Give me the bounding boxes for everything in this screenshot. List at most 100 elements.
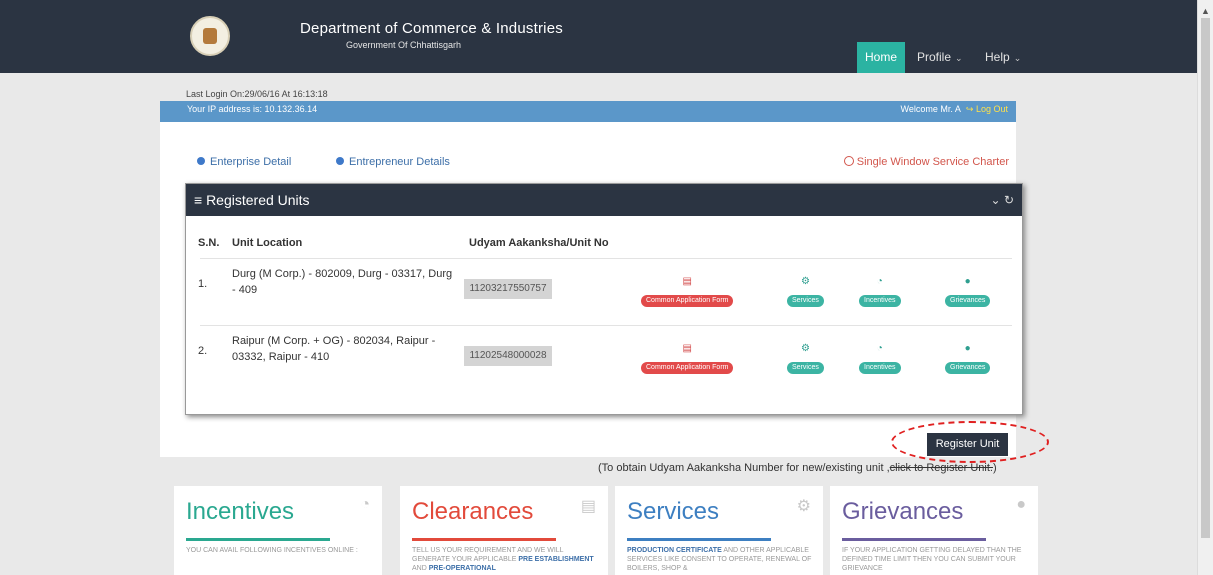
grievances-label: Grievances (945, 295, 991, 307)
form-icon: ▤ (682, 343, 692, 354)
column-header-udyam: Udyam Aakanksha/Unit No (469, 237, 609, 249)
last-login-info: Last Login On:29/06/16 At 16:13:18 (186, 89, 328, 99)
card-accent-bar (627, 538, 771, 541)
caf-label: Common Application Form (641, 295, 734, 307)
row-2-services-button[interactable]: ⚙ Services (787, 343, 824, 374)
incentives-label: Incentives (859, 362, 901, 374)
clearances-card[interactable]: Clearances ▤ TELL US YOUR REQUIREMENT AN… (400, 486, 608, 575)
incentives-card[interactable]: Incentives ◔ YOU CAN AVAIL FOLLOWING INC… (174, 486, 382, 575)
row-1-udyam-number: 11203217550757 (464, 279, 552, 299)
user-icon: ● (964, 343, 971, 354)
logout-icon: ↪ (965, 104, 974, 114)
panel-controls: ⌄ ↻ (991, 184, 1014, 216)
row-1-grievances-button[interactable]: ● Grievances (945, 276, 991, 307)
entrepreneur-details-label: Entrepreneur Details (349, 156, 450, 168)
bullet-icon (336, 157, 344, 165)
card-accent-bar (842, 538, 986, 541)
gears-icon: ⚙ (800, 276, 810, 287)
bullet-icon (197, 157, 205, 165)
ip-address-info: Your IP address is: 10.132.36.14 (187, 104, 318, 114)
register-note-end: ) (992, 462, 997, 474)
department-subtitle: Government Of Chhattisgarh (346, 40, 462, 50)
nav-help[interactable]: Help ⌄ (985, 42, 1021, 73)
nav-profile-label: Profile (917, 50, 952, 64)
clearances-card-title: Clearances (412, 498, 534, 525)
nav-home[interactable]: Home (857, 42, 905, 73)
enterprise-detail-label: Enterprise Detail (210, 156, 292, 168)
services-card-text: PRODUCTION CERTIFICATE AND OTHER APPLICA… (627, 546, 813, 573)
clearances-text-2: AND (412, 565, 429, 572)
nav-help-label: Help (985, 50, 1010, 64)
incentives-card-title: Incentives (186, 498, 295, 525)
state-emblem-logo (190, 16, 230, 56)
row-2-location: Raipur (M Corp. + OG) - 802034, Raipur -… (232, 335, 436, 363)
clearances-card-text: TELL US YOUR REQUIREMENT AND WE WILL GEN… (412, 546, 598, 573)
form-icon: ▤ (682, 276, 692, 287)
logout-link[interactable]: ↪ Log Out (966, 104, 1008, 114)
register-unit-note: (To obtain Udyam Aakanksha Number for ne… (598, 462, 997, 474)
services-bold: PRODUCTION CERTIFICATE (627, 547, 722, 554)
row-1-services-button[interactable]: ⚙ Services (787, 276, 824, 307)
row-1-incentives-button[interactable]: ◔ Incentives (859, 276, 901, 307)
refresh-icon[interactable]: ↻ (1004, 193, 1014, 207)
incentives-card-text: YOU CAN AVAIL FOLLOWING INCENTIVES ONLIN… (186, 547, 358, 554)
row-1-location: Durg (M Corp.) - 802009, Durg - 03317, D… (232, 268, 453, 296)
row-2-udyam-number: 11202548000028 (464, 346, 552, 366)
column-header-sn: S.N. (198, 237, 220, 249)
clearances-bold-2: PRE-OPERATIONAL (428, 565, 496, 572)
welcome-area: Welcome Mr. A ↪ Log Out (901, 104, 1008, 115)
row-divider (200, 325, 1012, 326)
services-label: Services (787, 295, 824, 307)
grievances-card-text: IF YOUR APPLICATION GETTING DELAYED THAN… (842, 547, 1022, 572)
register-note-link[interactable]: click to Register Unit. (890, 462, 993, 474)
row-2-sn: 2. (198, 345, 208, 357)
menu-icon: ≡ (194, 192, 203, 208)
services-card-title: Services (627, 498, 720, 525)
pie-chart-icon: ◔ (360, 496, 370, 513)
top-header: Department of Commerce & Industries Gove… (0, 0, 1197, 73)
row-1-sn: 1. (198, 278, 208, 290)
registered-units-title: Registered Units (206, 192, 310, 208)
card-accent-bar (412, 538, 556, 541)
services-label: Services (787, 362, 824, 374)
user-icon: ● (1016, 496, 1026, 513)
highlight-annotation (891, 421, 1049, 463)
row-1-caf-button[interactable]: ▤ Common Application Form (641, 276, 734, 307)
grievances-card-title: Grievances (842, 498, 964, 525)
service-charter-label: Single Window Service Charter (856, 156, 1009, 168)
pie-chart-icon: ◔ (876, 276, 883, 287)
vertical-scrollbar[interactable]: ▲ (1197, 0, 1213, 575)
grievances-card[interactable]: Grievances ● IF YOUR APPLICATION GETTING… (830, 486, 1038, 575)
incentives-label: Incentives (859, 295, 901, 307)
register-note-main: (To obtain Udyam Aakanksha Number for ne… (598, 462, 890, 474)
gears-icon: ⚙ (796, 498, 811, 515)
row-2-incentives-button[interactable]: ◔ Incentives (859, 343, 901, 374)
enterprise-detail-link[interactable]: Enterprise Detail (197, 156, 291, 168)
clearances-bold-1: PRE ESTABLISHMENT (518, 556, 594, 563)
collapse-chevron-icon[interactable]: ⌄ (991, 193, 1001, 207)
nav-profile[interactable]: Profile ⌄ (917, 42, 963, 73)
entrepreneur-details-link[interactable]: Entrepreneur Details (336, 156, 450, 168)
scroll-thumb[interactable] (1201, 18, 1210, 538)
row-2-caf-button[interactable]: ▤ Common Application Form (641, 343, 734, 374)
services-card[interactable]: Services ⚙ PRODUCTION CERTIFICATE AND OT… (615, 486, 823, 575)
department-title: Department of Commerce & Industries (300, 20, 563, 37)
pie-chart-icon: ◔ (876, 343, 883, 354)
row-divider (200, 258, 1012, 259)
chevron-down-icon: ⌄ (1013, 53, 1022, 63)
registered-units-header: ≡ Registered Units ⌄ ↻ (186, 184, 1022, 216)
service-charter-link[interactable]: Single Window Service Charter (843, 156, 1009, 168)
globe-icon (843, 156, 854, 166)
gears-icon: ⚙ (800, 343, 810, 354)
registered-units-box: ≡ Registered Units ⌄ ↻ S.N. Unit Locatio… (185, 183, 1023, 415)
chevron-down-icon: ⌄ (955, 53, 963, 63)
welcome-text: Welcome Mr. A (900, 104, 961, 114)
grievances-label: Grievances (945, 362, 991, 374)
form-icon: ▤ (580, 498, 596, 515)
column-header-location: Unit Location (232, 237, 303, 249)
card-accent-bar (186, 538, 330, 541)
caf-label: Common Application Form (641, 362, 734, 374)
row-2-grievances-button[interactable]: ● Grievances (945, 343, 991, 374)
main-panel: Enterprise Detail Entrepreneur Details S… (160, 122, 1023, 457)
scroll-up-arrow-icon[interactable]: ▲ (1201, 6, 1210, 16)
